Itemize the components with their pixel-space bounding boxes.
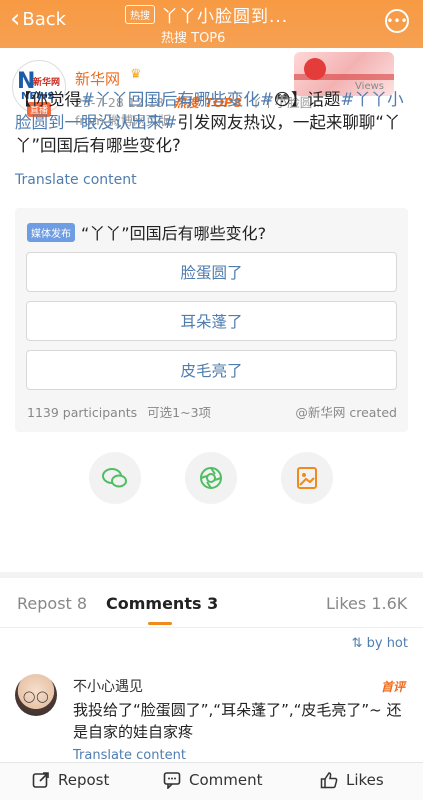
avatar-logo-cn: 新华网 [33,78,61,88]
tab-comments[interactable]: Comments 3 [106,594,218,613]
post-text-mid: 😳】话题 [273,90,341,109]
avatar-glasses: ◯◯ [23,690,50,703]
more-icon[interactable]: ••• [385,9,409,33]
poll-choice-hint: 可选1~3项 [147,405,212,420]
active-tab-indicator [148,622,172,625]
poll-badge: 媒体发布 [27,222,75,242]
commenter-name[interactable]: 不小心遇见 [73,676,143,696]
hot-search-pill: 热搜 [125,5,155,24]
save-image-share-icon[interactable] [281,452,333,504]
post-text: 【你觉得#丫丫回国后有哪些变化#😳】话题#丫丫小脸圆到一眼没认出来#引发网友热议… [15,88,410,157]
repost-button[interactable]: Repost [32,771,109,789]
chevron-left-icon: ‹ [10,4,21,34]
comment-text: 我投给了“脸蛋圆了”,“耳朵蓬了”,“皮毛亮了”~ 还是自家的娃自家疼 [73,701,402,741]
aperture-icon [200,467,222,489]
hashtag-link[interactable]: #丫丫回国后有哪些变化# [81,90,274,109]
comment-translate-link[interactable]: Translate content [73,748,186,763]
image-icon [297,467,317,489]
commenter-avatar[interactable]: ◯◯ [15,674,57,716]
bottom-action-bar: Repost Comment Likes [0,762,423,800]
poll-option-3[interactable]: 皮毛亮了 [26,350,397,390]
back-button[interactable]: ‹ Back [10,6,66,32]
tab-likes[interactable]: Likes 1.6K [326,594,407,613]
top-bar: ‹ Back 热搜 丫丫小脸圆到... 热搜 TOP6 ••• [0,0,423,48]
vip-crown-icon: ♛ [130,67,142,82]
comment-label: Comment [189,771,263,789]
likes-label: Likes [346,771,384,789]
banner-emblem-icon [304,58,326,80]
poll-option-2[interactable]: 耳朵蓬了 [26,301,397,341]
translate-link[interactable]: Translate content [15,172,137,188]
tab-repost[interactable]: Repost 8 [17,594,87,613]
wechat-icon [102,468,127,488]
like-button[interactable]: Likes [320,771,384,789]
post-text-prefix: 【你觉得 [15,90,81,109]
author-name[interactable]: 新华网 [75,68,120,89]
page-title: 丫丫小脸圆到... [161,7,289,27]
first-comment-badge: 首评 [380,680,405,694]
comment-button[interactable]: Comment [163,771,263,789]
repost-icon [32,772,49,788]
repost-label: Repost [58,771,110,789]
page-title-area: 热搜 丫丫小脸圆到... 热搜 TOP6 [125,2,325,46]
sort-by-hot[interactable]: ⇅ by hot [352,636,408,651]
poll-option-1[interactable]: 脸蛋圆了 [26,252,397,292]
post-tabs: Repost 8 Comments 3 Likes 1.6K [0,578,423,628]
poll-creator[interactable]: @新华网 created [295,402,397,421]
poll-footer: 1139 participants 可选1~3项 @新华网 created [27,402,397,421]
poll-participants: 1139 participants [27,405,138,420]
poll-header: 媒体发布 “丫丫”回国后有哪些变化? [27,220,266,244]
poll-card: 媒体发布 “丫丫”回国后有哪些变化? 脸蛋圆了 耳朵蓬了 皮毛亮了 1139 p… [15,208,408,432]
wechat-share-icon[interactable] [89,452,141,504]
comment-icon [163,772,181,789]
thumbs-up-icon [320,772,338,789]
poll-question: “丫丫”回国后有哪些变化? [81,224,267,243]
moments-share-icon[interactable] [185,452,237,504]
back-label: Back [22,8,67,30]
page-subtitle: 热搜 TOP6 [161,31,226,46]
